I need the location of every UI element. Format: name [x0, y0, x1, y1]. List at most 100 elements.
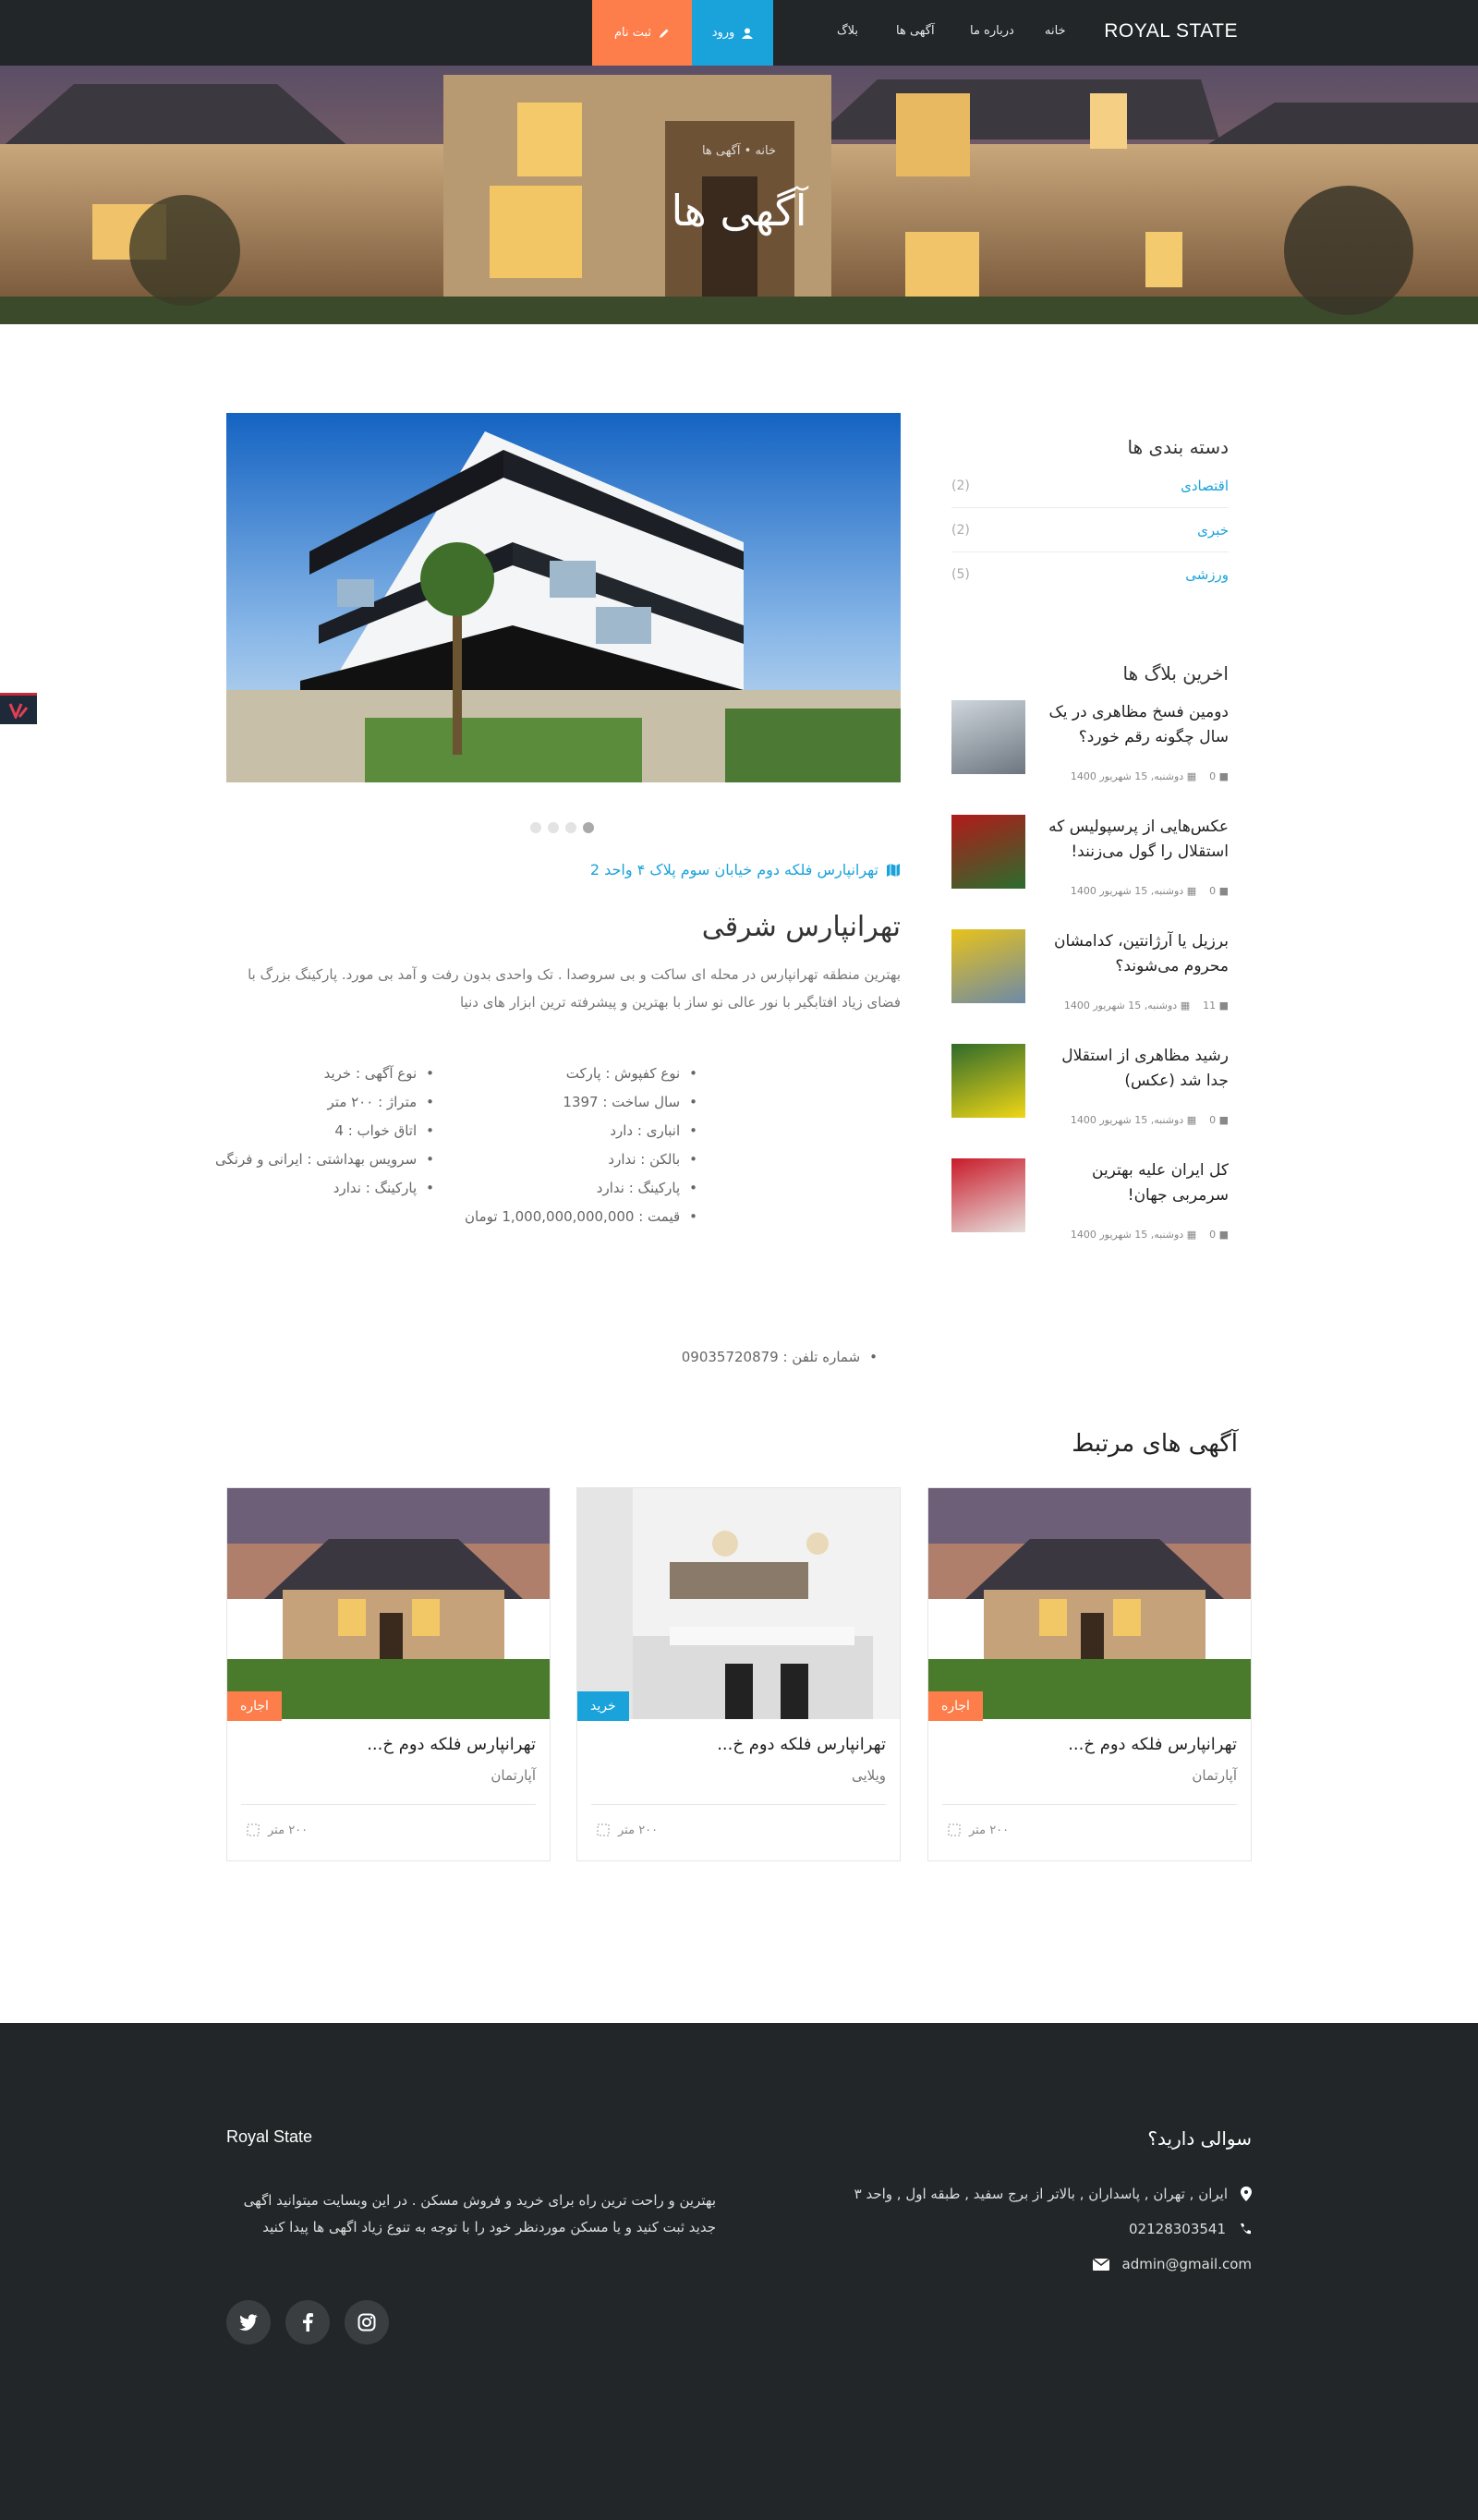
nav-link-home[interactable]: خانه — [1045, 24, 1066, 38]
post-thumbnail[interactable] — [951, 929, 1025, 1003]
area-text: ۲۰۰ متر — [618, 1823, 659, 1837]
blog-post-item[interactable]: برزیل یا آرژانتین، کدامشان محروم می‌شوند… — [951, 929, 1229, 1022]
post-title[interactable]: دومین فسخ مظاهری در یک سال چگونه رقم خور… — [1035, 700, 1229, 750]
post-title[interactable]: کل ایران علیه بهترین سرمربی جهان! — [1035, 1158, 1229, 1208]
page-title: آگهی ها — [671, 186, 807, 236]
post-thumbnail[interactable] — [951, 815, 1025, 889]
ad-image[interactable] — [928, 1488, 1251, 1719]
user-icon — [742, 28, 754, 39]
footer-email[interactable]: admin@gmail.com — [1092, 2256, 1252, 2272]
post-date: ▦ دوشنبه, 15 شهریور 1400 — [1070, 1229, 1197, 1241]
phone-icon — [1241, 2223, 1251, 2235]
category-name[interactable]: ورزشی — [1185, 566, 1229, 583]
nav-link-blog[interactable]: بلاگ — [837, 24, 858, 38]
post-title[interactable]: عکس‌هایی از پرسپولیس که استقلال را گول م… — [1035, 815, 1229, 865]
floating-widget-button[interactable] — [0, 693, 37, 724]
category-row[interactable]: (2) اقتصادی — [951, 464, 1229, 508]
feature-bedrooms: اتاق خواب : 4 — [215, 1117, 434, 1145]
post-meta: ■ 0 ▦ دوشنبه, 15 شهریور 1400 — [1071, 770, 1229, 782]
divider — [591, 1804, 886, 1805]
twitter-button[interactable] — [226, 2300, 271, 2344]
ad-image[interactable] — [577, 1488, 900, 1719]
divider — [241, 1804, 536, 1805]
post-meta: ■ 0 ▦ دوشنبه, 15 شهریور 1400 — [1071, 1229, 1229, 1241]
ad-type: آپارتمان — [491, 1767, 536, 1784]
facebook-button[interactable] — [285, 2300, 330, 2344]
feature-storage: انباری : دارد — [465, 1117, 697, 1145]
map-marker-icon — [1241, 2187, 1252, 2201]
feature-parking-2: پارکینگ : ندارد — [215, 1174, 434, 1203]
area-icon — [597, 1823, 610, 1836]
footer-brand: Royal State — [226, 2127, 313, 2146]
contact-phone: شماره تلفن : 09035720879 — [682, 1349, 878, 1365]
address-text: تهرانپارس فلکه دوم خیابان سوم پلاک ۴ واح… — [589, 861, 878, 878]
nav-link-ads[interactable]: آگهی ها — [896, 24, 935, 38]
related-ads-heading: آگهی های مرتبط — [1072, 1430, 1238, 1458]
ad-area: ۲۰۰ متر — [947, 1823, 1009, 1837]
blog-post-item[interactable]: کل ایران علیه بهترین سرمربی جهان! ■ 0 ▦ … — [951, 1158, 1229, 1251]
post-thumbnail[interactable] — [951, 1044, 1025, 1118]
post-thumbnail[interactable] — [951, 700, 1025, 774]
category-name[interactable]: خبری — [1197, 522, 1229, 539]
feature-balcony: بالکن : ندارد — [465, 1145, 697, 1174]
latest-posts-heading: اخرین بلاگ ها — [1122, 662, 1229, 685]
pencil-icon — [660, 29, 669, 38]
property-description: بهترین منطقه تهرانپارس در محله ای ساکت و… — [248, 966, 901, 1011]
post-title[interactable]: برزیل یا آرژانتین، کدامشان محروم می‌شوند… — [1035, 929, 1229, 979]
property-image-slider[interactable] — [226, 413, 901, 782]
phone-text: 02128303541 — [1129, 2221, 1226, 2237]
post-title[interactable]: رشید مظاهری از استقلال جدا شد (عکس) — [1035, 1044, 1229, 1094]
ad-image[interactable] — [227, 1488, 550, 1719]
mansion-photo — [227, 1488, 550, 1719]
blog-post-item[interactable]: عکس‌هایی از پرسپولیس که استقلال را گول م… — [951, 815, 1229, 907]
email-text[interactable]: admin@gmail.com — [1122, 2256, 1252, 2272]
top-navbar: ROYAL STATE خانه درباره ما آگهی ها بلاگ … — [0, 0, 1478, 66]
feature-area: متراژ : ۲۰۰ متر — [215, 1088, 434, 1117]
category-name[interactable]: اقتصادی — [1181, 478, 1229, 494]
kitchen-photo — [577, 1488, 900, 1719]
footer-question: سوالی دارید؟ — [1147, 2127, 1252, 2150]
ad-badge: اجاره — [928, 1691, 983, 1721]
post-comments: ■ 0 — [1209, 1114, 1229, 1126]
property-title: تهرانپارس شرقی — [701, 911, 901, 943]
category-count: (2) — [951, 522, 970, 538]
post-date: ▦ دوشنبه, 15 شهریور 1400 — [1070, 770, 1197, 782]
related-ad-card[interactable]: اجاره تهرانپارس فلکه دوم خ... آپارتمان ۲… — [226, 1487, 551, 1861]
blog-post-item[interactable]: رشید مظاهری از استقلال جدا شد (عکس) ■ 0 … — [951, 1044, 1229, 1136]
categories-heading: دسته بندی ها — [1127, 436, 1229, 458]
area-text: ۲۰۰ متر — [969, 1823, 1010, 1837]
slider-dot-1[interactable] — [583, 822, 594, 833]
ad-title[interactable]: تهرانپارس فلکه دوم خ... — [717, 1735, 886, 1754]
register-button[interactable]: ثبت نام — [592, 0, 692, 66]
category-count: (2) — [951, 478, 970, 493]
category-count: (5) — [951, 567, 970, 582]
feature-bathroom: سرویس بهداشتی : ایرانی و فرنگی — [215, 1145, 434, 1174]
brand-logo[interactable]: ROYAL STATE — [1104, 20, 1238, 42]
login-button[interactable]: ورود — [692, 0, 773, 66]
register-label: ثبت نام — [613, 26, 652, 40]
slider-dot-3[interactable] — [548, 822, 559, 833]
ad-type: ویلایی — [851, 1767, 886, 1784]
post-date: ▦ دوشنبه, 15 شهریور 1400 — [1063, 1000, 1191, 1012]
post-comments: ■ 0 — [1209, 1229, 1229, 1241]
property-photo — [226, 413, 901, 782]
category-row[interactable]: (2) خبری — [951, 508, 1229, 552]
instagram-icon — [357, 2313, 376, 2332]
related-ad-card[interactable]: اجاره تهرانپارس فلکه دوم خ... آپارتمان ۲… — [927, 1487, 1252, 1861]
ad-type: آپارتمان — [1192, 1767, 1237, 1784]
footer-address: ایران , تهران , پاسداران , بالاتر از برج… — [854, 2186, 1252, 2202]
post-thumbnail[interactable] — [951, 1158, 1025, 1232]
slider-dot-4[interactable] — [530, 822, 541, 833]
ad-title[interactable]: تهرانپارس فلکه دوم خ... — [1068, 1735, 1237, 1754]
post-date: ▦ دوشنبه, 15 شهریور 1400 — [1070, 885, 1197, 897]
footer-phone: 02128303541 — [1129, 2221, 1252, 2237]
breadcrumb: خانه • آگهی ها — [701, 144, 777, 158]
slider-dot-2[interactable] — [565, 822, 576, 833]
category-row[interactable]: (5) ورزشی — [951, 552, 1229, 597]
blog-post-item[interactable]: دومین فسخ مظاهری در یک سال چگونه رقم خور… — [951, 700, 1229, 793]
post-meta: ■ 0 ▦ دوشنبه, 15 شهریور 1400 — [1071, 1114, 1229, 1126]
instagram-button[interactable] — [345, 2300, 389, 2344]
ad-title[interactable]: تهرانپارس فلکه دوم خ... — [367, 1735, 536, 1754]
nav-link-about[interactable]: درباره ما — [970, 24, 1014, 38]
related-ad-card[interactable]: خرید تهرانپارس فلکه دوم خ... ویلایی ۲۰۰ … — [576, 1487, 901, 1861]
